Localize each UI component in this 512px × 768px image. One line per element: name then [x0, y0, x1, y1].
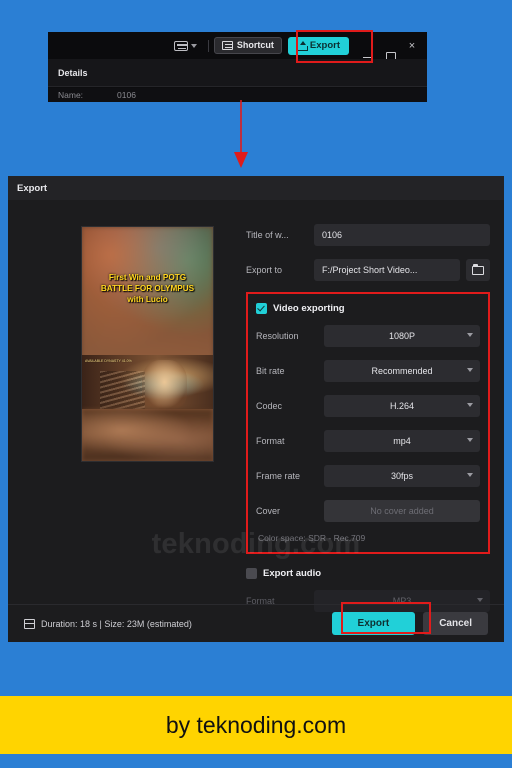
codec-value: H.264: [389, 401, 415, 411]
resolution-value: 1080P: [388, 331, 416, 341]
dialog-body: First Win and POTG BATTLE FOR OLYMPUS wi…: [8, 200, 504, 612]
toolbar-export-button[interactable]: Export: [287, 36, 349, 55]
details-name-key: Name:: [58, 90, 84, 100]
bitrate-select[interactable]: Recommended: [324, 360, 480, 382]
codec-label: Codec: [256, 401, 283, 411]
framerate-value: 30fps: [390, 471, 414, 481]
dialog-title: Export: [17, 182, 48, 194]
export-audio-header[interactable]: Export audio: [246, 568, 490, 579]
chevron-down-icon: [467, 368, 473, 372]
resolution-label: Resolution: [256, 331, 299, 341]
export-to-row: Export to F:/Project Short Video...: [246, 257, 490, 283]
thumbnail-bottom-blur: [82, 409, 213, 461]
video-exporting-section: Video exporting Resolution 1080P Bit rat…: [246, 292, 490, 554]
thumbnail-title-line-2: BATTLE FOR OLYMPUS: [100, 283, 195, 293]
upload-icon: [296, 40, 308, 51]
video-thumbnail-preview: First Win and POTG BATTLE FOR OLYMPUS wi…: [81, 226, 214, 462]
chevron-down-icon: [467, 438, 473, 442]
format-value: mp4: [393, 436, 411, 446]
chevron-down-icon: [467, 333, 473, 337]
browse-folder-button[interactable]: [466, 259, 490, 281]
gameplay-stairs: [100, 371, 145, 409]
export-to-input[interactable]: F:/Project Short Video...: [314, 259, 460, 281]
format-label: Format: [256, 436, 285, 446]
toolbar-export-label: Export: [309, 39, 340, 51]
dialog-footer: Duration: 18 s | Size: 23M (estimated) E…: [8, 604, 504, 642]
title-field-label: Title of w...: [246, 230, 289, 240]
framerate-select[interactable]: 30fps: [324, 465, 480, 487]
thumbnail-title-line-3: with Lucio: [127, 294, 168, 304]
color-space-text: Color space: SDR - Rec.709: [258, 533, 366, 543]
format-row: Format mp4: [256, 428, 480, 454]
folder-icon: [472, 263, 484, 275]
thumbnail-title-overlay: First Win and POTG BATTLE FOR OLYMPUS wi…: [82, 273, 213, 305]
framerate-label: Frame rate: [256, 471, 301, 481]
video-exporting-checkbox[interactable]: [256, 303, 267, 314]
attribution-banner: by teknoding.com: [0, 696, 512, 754]
cover-label: Cover: [256, 506, 281, 516]
gameplay-character: [142, 360, 187, 409]
video-exporting-label: Video exporting: [273, 303, 345, 314]
film-icon: [23, 618, 35, 629]
dialog-cancel-button[interactable]: Cancel: [423, 612, 488, 635]
thumbnail-title-line-1: First Win and POTG: [108, 273, 187, 282]
export-settings-form: Title of w... 0106 Export to F:/Project …: [246, 222, 490, 612]
keyboard-icon: [173, 40, 188, 51]
shortcut-icon: [221, 41, 233, 50]
dialog-export-button[interactable]: Export: [331, 612, 416, 635]
framerate-row: Frame rate 30fps: [256, 463, 480, 489]
codec-select[interactable]: H.264: [324, 395, 480, 417]
chevron-down-icon: [190, 43, 197, 48]
annotation-arrow: [234, 100, 248, 168]
details-panel-header: Details: [48, 59, 427, 87]
title-input[interactable]: 0106: [314, 224, 490, 246]
attribution-text: by teknoding.com: [165, 711, 347, 738]
toolbar-divider: [207, 39, 209, 52]
shortcut-label: Shortcut: [236, 40, 274, 50]
duration-size-info: Duration: 18 s | Size: 23M (estimated): [23, 618, 192, 629]
thumbnail-gameplay-inset: AVAILABLE DYNASTY 41.0%: [82, 355, 213, 409]
codec-row: Codec H.264: [256, 393, 480, 419]
title-field-row: Title of w... 0106: [246, 222, 490, 248]
dialog-titlebar: Export: [8, 176, 504, 200]
bitrate-row: Bit rate Recommended: [256, 358, 480, 384]
bitrate-value: Recommended: [371, 366, 433, 376]
details-name-value: 0106: [117, 90, 136, 100]
gameplay-hud-text: AVAILABLE DYNASTY 41.0%: [85, 359, 132, 363]
footer-actions: Export Cancel: [331, 612, 488, 635]
resolution-select[interactable]: 1080P: [324, 325, 480, 347]
duration-size-text: Duration: 18 s | Size: 23M (estimated): [41, 618, 192, 629]
chevron-down-icon: [477, 598, 483, 602]
export-audio-label: Export audio: [263, 568, 322, 579]
chevron-down-icon: [467, 473, 473, 477]
export-audio-checkbox[interactable]: [246, 568, 257, 579]
cover-row: Cover No cover added: [256, 498, 480, 524]
export-to-label: Export to: [246, 265, 283, 275]
cover-button[interactable]: No cover added: [324, 500, 480, 522]
resolution-row: Resolution 1080P: [256, 323, 480, 349]
shortcut-button[interactable]: Shortcut: [213, 37, 282, 54]
bitrate-label: Bit rate: [256, 366, 285, 376]
keyboard-layout-control[interactable]: [168, 40, 203, 51]
details-label: Details: [58, 67, 88, 78]
app-titlebar: Shortcut Export ×: [48, 32, 427, 62]
export-dialog: Export First Win and POTG BATTLE FOR OLY…: [8, 176, 504, 642]
background-app-window: Shortcut Export × Details Name: 0106: [48, 32, 427, 102]
format-select[interactable]: mp4: [324, 430, 480, 452]
window-close-button[interactable]: ×: [401, 40, 423, 52]
chevron-down-icon: [467, 403, 473, 407]
video-exporting-header[interactable]: Video exporting: [256, 303, 480, 314]
